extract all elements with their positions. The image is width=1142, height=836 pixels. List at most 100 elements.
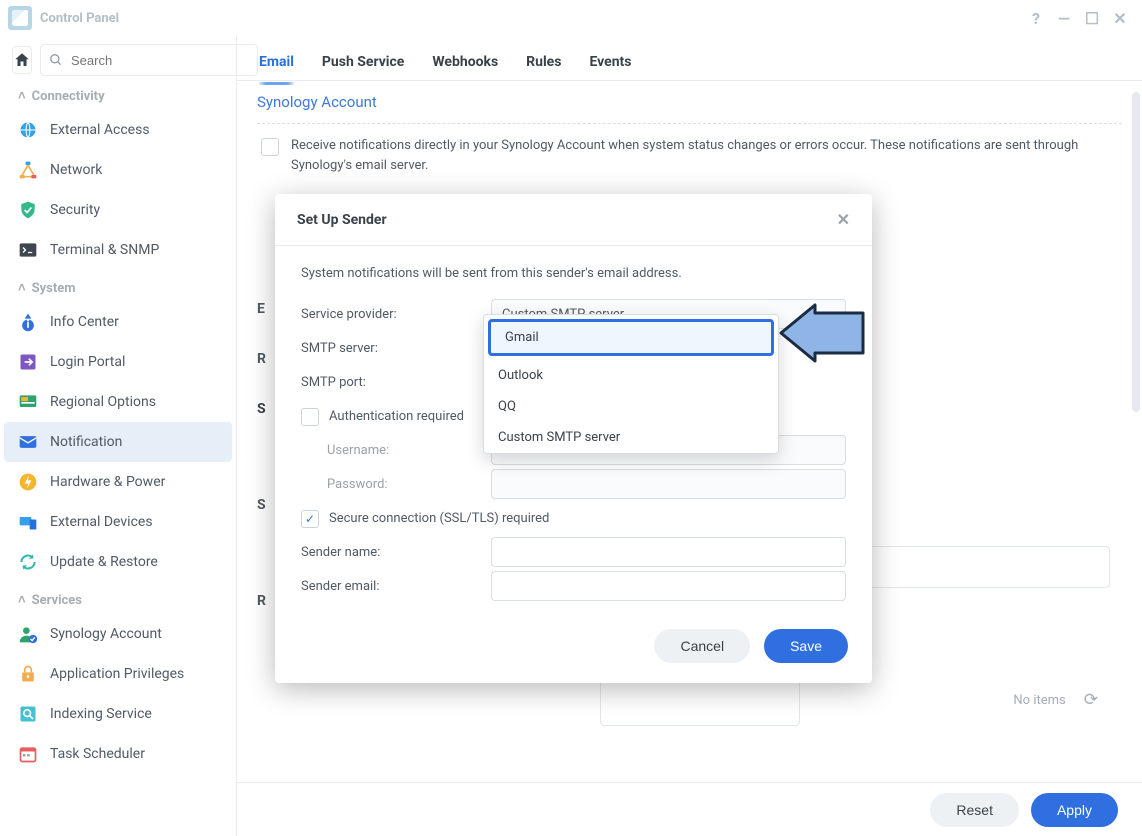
save-button[interactable]: Save xyxy=(764,629,848,663)
ssl-checkbox[interactable]: ✓ xyxy=(301,510,319,528)
power-icon xyxy=(18,472,38,492)
tab-email[interactable]: Email xyxy=(259,54,294,70)
sidebar-item-label: Notification xyxy=(50,434,122,450)
sidebar-item-external-devices[interactable]: External Devices xyxy=(4,502,232,542)
label-smtp-port: SMTP port: xyxy=(301,375,491,390)
tabs: Email Push Service Webhooks Rules Events xyxy=(237,36,1142,81)
option-qq[interactable]: QQ xyxy=(484,391,778,422)
privileges-icon xyxy=(18,664,38,684)
home-button[interactable] xyxy=(12,46,32,74)
info-icon xyxy=(18,312,38,332)
account-icon xyxy=(18,624,38,644)
sidebar-item-notification[interactable]: Notification xyxy=(4,422,232,462)
sidebar-item-label: Network xyxy=(50,162,102,178)
label-password: Password: xyxy=(301,477,491,492)
chevron-up-icon: ˄ xyxy=(18,592,26,608)
tab-rules[interactable]: Rules xyxy=(526,54,561,70)
sidebar-item-label: Security xyxy=(50,202,100,218)
search-icon xyxy=(49,53,63,67)
shield-icon xyxy=(18,200,38,220)
option-outlook[interactable]: Outlook xyxy=(484,360,778,391)
sender-name-field[interactable] xyxy=(491,537,846,567)
help-icon[interactable]: ? xyxy=(1022,4,1050,32)
sidebar-item-label: Synology Account xyxy=(50,626,162,642)
label-sender-email: Sender email: xyxy=(301,579,491,594)
sidebar-item-label: Info Center xyxy=(50,314,119,330)
section-title-synology-account: Synology Account xyxy=(257,81,1122,123)
indexing-icon xyxy=(18,704,38,724)
window-title: Control Panel xyxy=(40,11,119,26)
terminal-icon xyxy=(18,240,38,260)
sidebar-item-task-scheduler[interactable]: Task Scheduler xyxy=(4,734,232,774)
sidebar-item-security[interactable]: Security xyxy=(4,190,232,230)
scheduler-icon xyxy=(18,744,38,764)
label-service-provider: Service provider: xyxy=(301,307,491,322)
label-sender-name: Sender name: xyxy=(301,545,491,560)
sidebar-item-regional-options[interactable]: Regional Options xyxy=(4,382,232,422)
sidebar-item-label: Hardware & Power xyxy=(50,474,165,490)
sidebar-item-label: Regional Options xyxy=(50,394,156,410)
auth-required-checkbox[interactable] xyxy=(301,408,319,426)
label-smtp-server: SMTP server: xyxy=(301,341,491,356)
sidebar-item-indexing-service[interactable]: Indexing Service xyxy=(4,694,232,734)
sidebar-item-synology-account[interactable]: Synology Account xyxy=(4,614,232,654)
modal-description: System notifications will be sent from t… xyxy=(301,266,846,281)
maximize-icon[interactable]: ☐ xyxy=(1078,4,1106,32)
chevron-up-icon: ˄ xyxy=(18,280,26,296)
section-header-connectivity[interactable]: ˄ Connectivity xyxy=(4,88,232,110)
app-icon xyxy=(8,6,32,30)
reset-button[interactable]: Reset xyxy=(930,793,1019,827)
option-gmail[interactable]: Gmail xyxy=(488,319,774,356)
apply-button[interactable]: Apply xyxy=(1031,793,1118,827)
sender-email-field[interactable] xyxy=(491,571,846,601)
password-field[interactable] xyxy=(491,469,846,499)
service-provider-options: Gmail OutlookQQCustom SMTP server xyxy=(483,314,779,454)
notify-icon xyxy=(18,432,38,452)
no-items-label: No items xyxy=(1013,693,1065,708)
sidebar-item-label: Application Privileges xyxy=(50,666,184,682)
tab-push-service[interactable]: Push Service xyxy=(322,54,404,70)
option-custom-smtp-server[interactable]: Custom SMTP server xyxy=(484,422,778,453)
sidebar-item-update-restore[interactable]: Update & Restore xyxy=(4,542,232,582)
sidebar-item-external-access[interactable]: External Access xyxy=(4,110,232,150)
close-icon[interactable]: ✕ xyxy=(1106,4,1134,32)
update-icon xyxy=(18,552,38,572)
sidebar-item-terminal-snmp[interactable]: Terminal & SNMP xyxy=(4,230,232,270)
no-items-row: No items ⟳ xyxy=(1013,690,1098,710)
sidebar-item-label: Login Portal xyxy=(50,354,125,370)
cancel-button[interactable]: Cancel xyxy=(654,629,750,663)
checkbox-label: Receive notifications directly in your S… xyxy=(291,136,1118,175)
window: Control Panel ? — ☐ ✕ ˄ Connectivity xyxy=(0,0,1142,836)
nav: ˄ Connectivity External Access Network Sec… xyxy=(0,84,236,836)
minimize-icon[interactable]: — xyxy=(1050,4,1078,32)
chevron-up-icon: ˄ xyxy=(18,88,26,104)
sidebar-item-application-privileges[interactable]: Application Privileges xyxy=(4,654,232,694)
sidebar-item-label: Task Scheduler xyxy=(50,746,145,762)
devices-icon xyxy=(18,512,38,532)
tab-events[interactable]: Events xyxy=(589,54,631,70)
checkbox-icon[interactable] xyxy=(261,138,279,156)
label-username: Username: xyxy=(301,443,491,458)
search-input[interactable] xyxy=(69,52,249,69)
sidebar-item-info-center[interactable]: Info Center xyxy=(4,302,232,342)
modal-title: Set Up Sender xyxy=(297,212,387,228)
portal-icon xyxy=(18,352,38,372)
scrollbar[interactable] xyxy=(1130,92,1142,780)
globe-icon xyxy=(18,120,38,140)
section-header-services[interactable]: ˄ Services xyxy=(4,586,232,614)
modal-close-icon[interactable]: ✕ xyxy=(837,210,850,229)
refresh-icon[interactable]: ⟳ xyxy=(1084,690,1098,710)
tab-webhooks[interactable]: Webhooks xyxy=(432,54,498,70)
sidebar-item-network[interactable]: Network xyxy=(4,150,232,190)
obscured-content: E R S S R xyxy=(257,301,273,689)
sidebar-item-label: Indexing Service xyxy=(50,706,152,722)
section-header-system[interactable]: ˄ System xyxy=(4,274,232,302)
sidebar-item-login-portal[interactable]: Login Portal xyxy=(4,342,232,382)
sidebar-item-label: External Access xyxy=(50,122,150,138)
sidebar-item-hardware-power[interactable]: Hardware & Power xyxy=(4,462,232,502)
region-icon xyxy=(18,392,38,412)
titlebar: Control Panel ? — ☐ ✕ xyxy=(0,0,1142,36)
search-box[interactable] xyxy=(40,44,258,76)
synology-notifications-row[interactable]: Receive notifications directly in your S… xyxy=(257,132,1122,179)
home-icon xyxy=(13,51,31,69)
